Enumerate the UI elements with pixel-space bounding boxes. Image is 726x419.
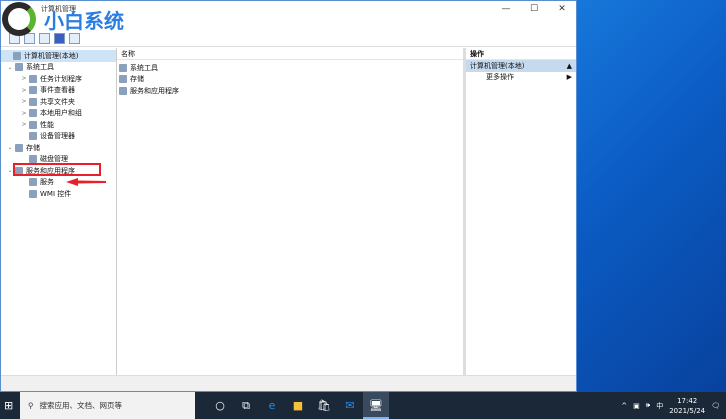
tree-item[interactable]: > 任务计划程序: [1, 73, 116, 85]
list-item-label: 服务和应用程序: [130, 86, 179, 95]
node-icon: [29, 120, 37, 129]
tree-item-label: 存储: [26, 143, 40, 152]
node-icon: [29, 132, 37, 141]
expand-icon[interactable]: >: [19, 87, 29, 94]
tree-item[interactable]: > 事件查看器: [1, 85, 116, 97]
item-icon: [119, 86, 127, 95]
tree-item[interactable]: ⌄ 存储: [1, 142, 116, 154]
expand-icon[interactable]: >: [19, 98, 29, 105]
store-icon[interactable]: 🛍: [311, 399, 337, 412]
collapse-icon: ▲: [566, 61, 572, 70]
ime-indicator[interactable]: 中: [656, 401, 663, 411]
column-name-header[interactable]: 名称: [117, 48, 463, 60]
tree-item-label: 任务计划程序: [40, 74, 82, 83]
logo-text: 小白系统: [44, 8, 124, 33]
list-item-label: 系统工具: [130, 63, 158, 72]
node-icon: [29, 109, 37, 118]
action-label: 更多操作: [486, 73, 514, 82]
tree-item[interactable]: ⌄ 系统工具: [1, 62, 116, 74]
tree-item-label: 共享文件夹: [40, 97, 75, 106]
tree-item-label: 事件查看器: [40, 86, 75, 95]
close-button[interactable]: ✕: [548, 1, 576, 17]
list-item[interactable]: 服务和应用程序: [119, 85, 461, 97]
tree-item[interactable]: > 性能: [1, 119, 116, 131]
actions-section[interactable]: 计算机管理(本地) ▲: [466, 60, 576, 72]
actions-header: 操作: [466, 48, 576, 60]
expand-icon[interactable]: ⌄: [5, 144, 15, 151]
tree-item[interactable]: > 共享文件夹: [1, 96, 116, 108]
tree-item-label: 本地用户和组: [40, 109, 82, 118]
expand-icon[interactable]: >: [19, 75, 29, 82]
content-list: 名称 系统工具存储服务和应用程序: [117, 48, 466, 375]
notification-icon[interactable]: 🗨: [711, 402, 720, 410]
taskbar-search[interactable]: ⚲ 搜索应用、文档、网页等: [20, 392, 195, 419]
actions-pane: 操作 计算机管理(本地) ▲ 更多操作 ▶: [466, 48, 576, 375]
tree-item[interactable]: 计算机管理(本地): [1, 50, 116, 62]
watermark-logo: 小白系统: [2, 2, 124, 36]
file-explorer-icon[interactable]: ■: [285, 399, 311, 412]
node-icon: [29, 74, 37, 83]
section-label: 计算机管理(本地): [470, 61, 525, 70]
task-view-icon[interactable]: ⧉: [233, 399, 259, 413]
list-item[interactable]: 存储: [119, 74, 461, 86]
action-more[interactable]: 更多操作 ▶: [466, 72, 576, 84]
tree-item-label: 计算机管理(本地): [24, 51, 79, 60]
tree-item-label: 服务: [40, 178, 54, 187]
cortana-icon[interactable]: ○: [207, 399, 233, 412]
logo-icon: [2, 2, 36, 36]
tree-item[interactable]: 设备管理器: [1, 131, 116, 143]
node-icon: [15, 143, 23, 152]
node-icon: [15, 63, 23, 72]
maximize-button[interactable]: ☐: [520, 1, 548, 17]
node-icon: [29, 178, 37, 187]
search-icon: ⚲: [28, 401, 34, 410]
tree-item-label: WMI 控件: [40, 189, 72, 198]
tree-item[interactable]: WMI 控件: [1, 188, 116, 200]
node-icon: [29, 86, 37, 95]
list-item[interactable]: 系统工具: [119, 62, 461, 74]
minimize-button[interactable]: —: [492, 1, 520, 17]
console-tree: 计算机管理(本地) ⌄ 系统工具 > 任务计划程序 > 事件查看器 > 共享文件夹 > 本地用户和组…: [1, 48, 117, 375]
taskbar: ⊞ ⚲ 搜索应用、文档、网页等 ○ ⧉ e ■ 🛍 ✉ 🖥 ^ ▣ 🕪 中 17:…: [0, 392, 726, 419]
node-icon: [29, 189, 37, 198]
list-item-label: 存储: [130, 75, 144, 84]
computer-management-window: 计算机管理 — ☐ ✕ 计算机管理(本地) ⌄ 系统工具 > 任务计划程序 > 事件查看器 >…: [0, 0, 577, 392]
item-icon: [119, 75, 127, 84]
tree-item-label: 设备管理器: [40, 132, 75, 141]
windows-start-icon[interactable]: ⊞: [4, 399, 13, 412]
highlight-box: [13, 163, 101, 176]
network-tray-icon[interactable]: ▣: [633, 402, 640, 410]
submenu-arrow-icon: ▶: [566, 73, 572, 82]
expand-icon[interactable]: >: [19, 110, 29, 117]
mail-icon[interactable]: ✉: [337, 399, 363, 412]
node-icon: [29, 97, 37, 106]
tree-item[interactable]: > 本地用户和组: [1, 108, 116, 120]
edge-icon[interactable]: e: [259, 399, 285, 412]
item-icon: [119, 63, 127, 72]
computer-management-taskbar-icon[interactable]: 🖥: [363, 392, 389, 419]
arrow-annotation-icon: [66, 178, 106, 186]
expand-icon[interactable]: ⌄: [5, 64, 15, 71]
tree-item-label: 性能: [40, 120, 54, 129]
date: 2021/5/24: [669, 406, 706, 415]
status-bar: [1, 375, 576, 391]
tree-item-label: 系统工具: [26, 63, 54, 72]
clock[interactable]: 17:42 2021/5/24: [669, 396, 705, 416]
node-icon: [13, 51, 21, 60]
search-placeholder: 搜索应用、文档、网页等: [39, 401, 123, 410]
tray-expand-icon[interactable]: ^: [621, 402, 627, 410]
expand-icon[interactable]: >: [19, 121, 29, 128]
time: 17:42: [677, 396, 698, 405]
volume-icon[interactable]: 🕪: [646, 401, 650, 410]
actions-title: 操作: [470, 49, 484, 58]
column-label: 名称: [121, 49, 135, 58]
